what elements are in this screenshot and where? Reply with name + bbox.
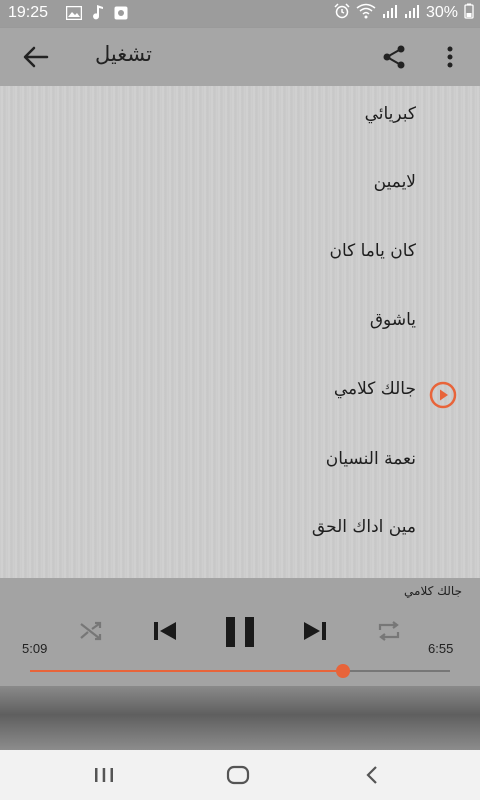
track-label: مين اداك الحق [311,517,416,537]
arrow-left-icon [23,46,49,68]
play-circle-icon [429,381,457,409]
app-bar: تشغيل [0,28,480,86]
shuffle-button[interactable] [76,616,106,646]
pause-icon [226,617,254,647]
skip-previous-icon [154,622,176,640]
battery-percent: 30% [425,4,458,21]
record-icon [114,5,128,24]
track-item[interactable]: كان ياما كان [0,223,480,291]
battery-icon [464,3,474,23]
music-note-icon [92,4,104,24]
more-options-button[interactable] [438,41,462,73]
alarm-icon [334,3,350,23]
status-left-icons [65,4,128,24]
track-label: لايمين [373,172,416,192]
track-item[interactable]: كبريائي [0,86,480,154]
now-playing-title: جالك كلامي [404,584,462,598]
seek-bar[interactable] [30,664,450,678]
back-icon [366,766,377,784]
track-label: ياشوق [369,310,416,330]
share-button[interactable] [378,41,410,73]
track-item[interactable]: نعمة النسيان [0,431,480,499]
more-vert-icon [447,46,453,68]
track-label: جالك كلامي [333,379,416,399]
recent-apps-button[interactable] [84,760,124,790]
wifi-icon [356,3,376,23]
next-button[interactable] [298,614,332,648]
seek-bar-thumb[interactable] [335,664,350,678]
home-button[interactable] [218,760,258,790]
pause-button[interactable] [220,612,260,652]
repeat-icon [378,621,400,641]
track-list: كبريائي لايمين كان ياما كان ياشوق جالك ك… [0,86,480,578]
signal-icon [404,3,420,23]
track-item[interactable]: مين اداك الحق [0,499,480,567]
track-item[interactable]: ياشوق [0,292,480,360]
track-label: نعمة النسيان [325,449,416,469]
track-item[interactable]: لايمين [0,154,480,222]
signal-icon [382,3,398,23]
image-icon [65,5,83,24]
track-label: كان ياما كان [329,241,416,261]
page-title: تشغيل [95,42,152,66]
seek-bar-progress [30,670,343,672]
repeat-button[interactable] [374,616,404,646]
skip-next-icon [304,622,326,640]
previous-button[interactable] [148,614,182,648]
status-right: 30% [334,3,474,23]
background-strip [0,686,480,750]
time-elapsed: 5:09 [22,641,48,656]
system-nav-bar [0,750,480,800]
time-total: 6:55 [428,641,454,656]
back-button[interactable] [20,42,52,72]
status-time: 19:25 [8,4,49,21]
home-icon [226,765,250,785]
track-label: كبريائي [364,104,416,124]
back-nav-button[interactable] [352,760,392,790]
recent-apps-icon [95,768,113,782]
status-bar: 19:25 30% [0,0,480,28]
share-icon [383,45,405,69]
shuffle-icon [80,621,102,641]
track-item-playing[interactable]: جالك كلامي [0,361,480,429]
player-panel: جالك كلامي 5:09 6:55 [0,578,480,686]
